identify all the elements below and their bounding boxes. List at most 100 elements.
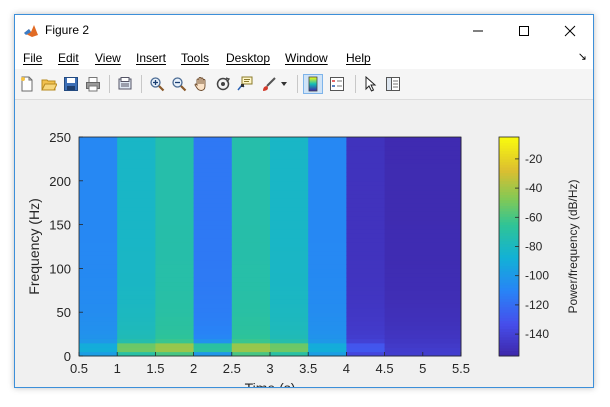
spectrogram-cell [384, 246, 462, 252]
spectrogram-cell [117, 176, 156, 182]
spectrogram-cell [79, 334, 118, 339]
menu-tools[interactable]: Tools [181, 51, 209, 65]
spectrogram-cell [79, 246, 118, 252]
open-file-button[interactable] [39, 74, 59, 94]
spectrogram-cell [117, 172, 156, 177]
spectrogram-cell [117, 246, 156, 252]
edit-plot-icon [365, 76, 377, 92]
print-icon [86, 77, 100, 92]
spectrogram-cell [346, 242, 386, 247]
spectrogram-cell [193, 220, 233, 226]
menu-file[interactable]: File [23, 51, 42, 65]
spectrogram-cell [270, 299, 309, 304]
spectrogram-cell [346, 150, 386, 156]
x-tick-label: 5.5 [452, 361, 470, 376]
property-inspector-button[interactable] [383, 74, 403, 94]
y-tick-label: 0 [64, 349, 71, 364]
spectrogram-cell [193, 290, 233, 296]
spectrogram-cell [346, 180, 386, 186]
spectrogram-cell [231, 281, 271, 287]
rotate-3d-button[interactable] [213, 74, 233, 94]
toolbar-separator [109, 75, 110, 93]
data-cursor-button[interactable] [235, 74, 255, 94]
print-preview-icon [118, 77, 132, 90]
menu-desktop[interactable]: Desktop [226, 51, 270, 65]
spectrogram-cell [384, 290, 462, 296]
new-figure-button[interactable] [17, 74, 37, 94]
brush-button[interactable] [259, 74, 279, 94]
spectrogram-cell [79, 215, 118, 221]
spectrogram-cell [79, 185, 118, 191]
spectrogram-cell [79, 316, 118, 322]
zoom-out-button[interactable] [169, 74, 189, 94]
spectrogram-cell [346, 277, 386, 283]
brush-icon [263, 77, 276, 91]
spectrogram-cell [308, 325, 347, 331]
spectrogram-cell [384, 189, 462, 195]
spectrogram-cell [117, 272, 156, 278]
spectrogram-cell [346, 325, 386, 331]
spectrogram-cell [193, 211, 233, 217]
menu-view[interactable]: View [95, 51, 121, 65]
spectrogram-cell [270, 220, 309, 226]
spectrogram-cell [346, 338, 386, 344]
print-button[interactable] [83, 74, 103, 94]
x-tick-label: 3 [266, 361, 273, 376]
matlab-logo-icon [24, 25, 38, 37]
minimize-button[interactable] [455, 15, 501, 47]
spectrogram-cell [270, 338, 309, 344]
maximize-button[interactable] [501, 15, 547, 47]
spectrogram-chart[interactable]: 0.5 1 1.5 2 2.5 3 3.5 4 4.5 5 5.5 0 50 100 150 200 250 Ti… [15, 100, 593, 387]
spectrogram-cell [193, 255, 233, 261]
spectrogram-cell [346, 347, 386, 353]
spectrogram-cell [117, 255, 156, 261]
spectrogram-cell [308, 202, 347, 208]
edit-plot-button[interactable] [361, 74, 381, 94]
dock-figure-icon[interactable]: ↘ [578, 50, 587, 63]
spectrogram-cell [155, 272, 195, 278]
close-button[interactable] [547, 15, 593, 47]
spectrogram-cell [346, 316, 386, 322]
menu-edit[interactable]: Edit [58, 51, 79, 65]
brush-dropdown-button[interactable] [279, 74, 289, 94]
spectrogram-cell [117, 320, 156, 326]
title-bar[interactable]: Figure 2 [15, 15, 593, 47]
insert-legend-button[interactable] [327, 74, 347, 94]
spectrogram-cell [117, 312, 156, 318]
spectrogram-cell [117, 137, 156, 142]
menu-window[interactable]: Window [285, 51, 328, 65]
spectrogram-cell [79, 176, 118, 182]
spectrogram-cell [308, 237, 347, 243]
spectrogram-cell [193, 272, 233, 278]
spectrogram-cell [193, 316, 233, 322]
spectrogram-cell [270, 264, 309, 269]
save-icon [64, 77, 78, 91]
spectrogram-cell [79, 347, 118, 353]
spectrogram-cell [79, 338, 118, 344]
y-tick-label: 100 [49, 261, 71, 276]
spectrogram-cell [79, 307, 118, 313]
spectrogram-cell [270, 325, 309, 331]
spectrogram-cell [155, 329, 195, 335]
menu-insert[interactable]: Insert [136, 51, 166, 65]
spectrogram-cell [384, 167, 462, 173]
pan-button[interactable] [191, 74, 211, 94]
spectrogram-cell [231, 158, 271, 164]
spectrogram-cell [231, 198, 271, 204]
print-preview-button[interactable] [115, 74, 135, 94]
spectrogram-cell [155, 320, 195, 326]
menu-help[interactable]: Help [346, 51, 371, 65]
spectrogram-cell [193, 167, 233, 173]
spectrogram-cell [270, 347, 309, 353]
insert-colorbar-button[interactable] [303, 74, 323, 94]
toolbar-separator [141, 75, 142, 93]
save-button[interactable] [61, 74, 81, 94]
spectrogram-cell [231, 312, 271, 318]
spectrogram-cell [384, 141, 462, 147]
spectrogram-cell [79, 259, 118, 265]
y-tick-label: 200 [49, 174, 71, 189]
spectrogram-cell [346, 154, 386, 160]
zoom-in-button[interactable] [147, 74, 167, 94]
y-tick-label: 250 [49, 130, 71, 145]
spectrogram-cell [193, 145, 233, 151]
